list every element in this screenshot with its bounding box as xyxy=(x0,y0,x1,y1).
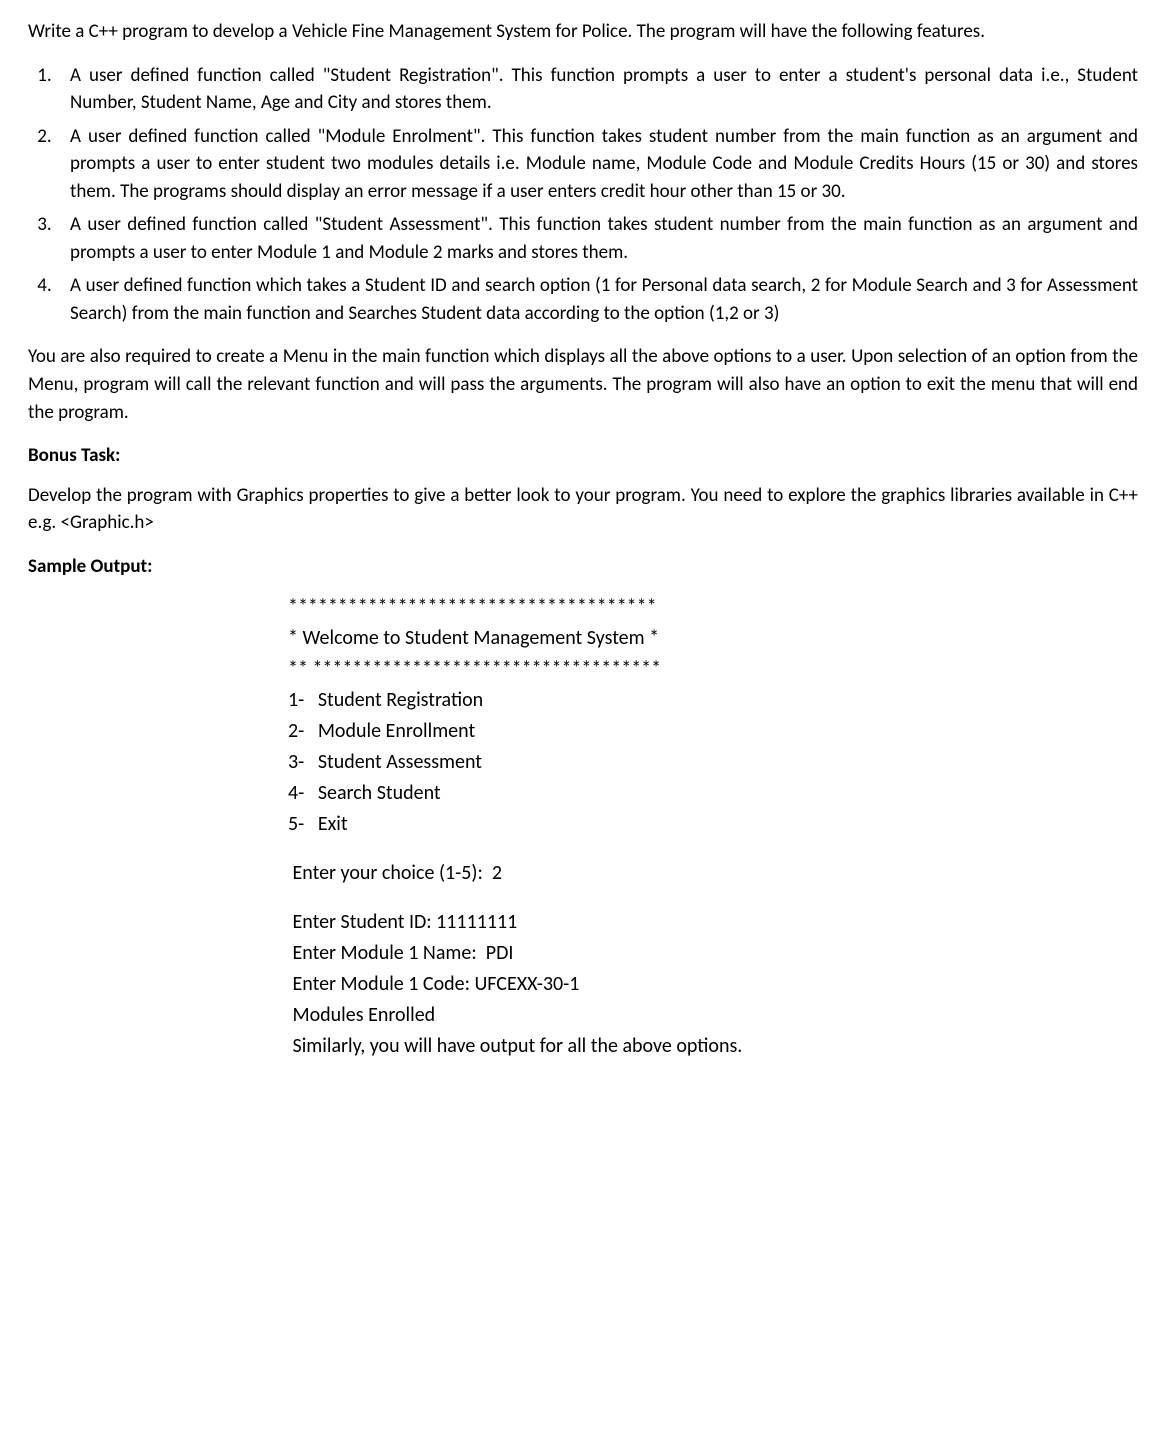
sample-output-line: Enter Module 1 Name: PDI xyxy=(288,938,1138,969)
sample-output-line: Modules Enrolled xyxy=(288,1000,1138,1031)
sample-menu-item: 2- Module Enrollment xyxy=(288,716,1138,747)
menu-paragraph: You are also required to create a Menu i… xyxy=(28,343,1138,426)
sample-output-line: Similarly, you will have output for all … xyxy=(288,1031,1138,1062)
feature-list: A user defined function called "Student … xyxy=(28,62,1138,328)
list-item: A user defined function called "Student … xyxy=(56,211,1138,266)
sample-stars-bottom: ** *********************************** xyxy=(288,654,1138,685)
sample-output-block: ************************************* * … xyxy=(288,592,1138,1062)
bonus-body: Develop the program with Graphics proper… xyxy=(28,482,1138,537)
sample-menu-item: 1- Student Registration xyxy=(288,685,1138,716)
sample-output-heading: Sample Output: xyxy=(28,553,1138,581)
sample-prompt: Enter your choice (1-5): 2 xyxy=(288,858,1138,889)
sample-welcome: * Welcome to Student Management System * xyxy=(288,623,1138,654)
sample-stars-top: ************************************* xyxy=(288,592,1138,623)
sample-menu-item: 5- Exit xyxy=(288,809,1138,840)
sample-menu-item: 3- Student Assessment xyxy=(288,747,1138,778)
intro-paragraph: Write a C++ program to develop a Vehicle… xyxy=(28,18,1138,46)
bonus-heading: Bonus Task: xyxy=(28,442,1138,470)
sample-output-line: Enter Student ID: 11111111 xyxy=(288,907,1138,938)
list-item: A user defined function called "Module E… xyxy=(56,123,1138,206)
list-item: A user defined function which takes a St… xyxy=(56,272,1138,327)
sample-menu-item: 4- Search Student xyxy=(288,778,1138,809)
list-item: A user defined function called "Student … xyxy=(56,62,1138,117)
sample-output-line: Enter Module 1 Code: UFCEXX-30-1 xyxy=(288,969,1138,1000)
